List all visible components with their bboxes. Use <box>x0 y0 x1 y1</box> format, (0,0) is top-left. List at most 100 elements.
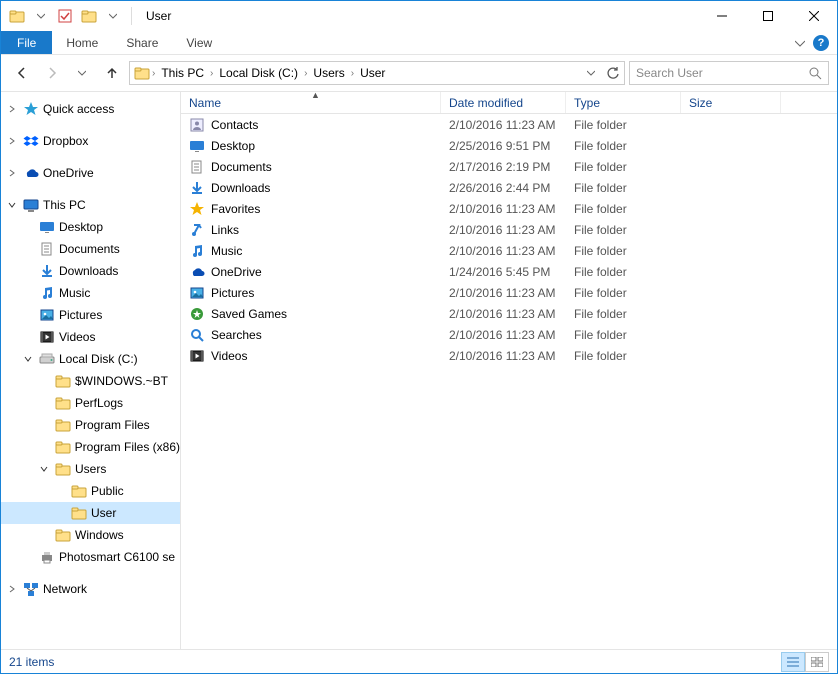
minimize-button[interactable] <box>699 1 745 31</box>
nav-item[interactable]: Public <box>1 480 180 502</box>
file-name: Links <box>211 223 239 237</box>
nav-item[interactable]: Quick access <box>1 98 180 120</box>
icons-view-button[interactable] <box>805 652 829 672</box>
desktop-icon <box>39 219 55 235</box>
file-name: Pictures <box>211 286 254 300</box>
nav-label: Windows <box>75 528 124 542</box>
file-name: Favorites <box>211 202 260 216</box>
chevron-right-icon[interactable]: › <box>150 68 157 79</box>
nav-item[interactable]: Local Disk (C:) <box>1 348 180 370</box>
nav-item[interactable]: Music <box>1 282 180 304</box>
table-row[interactable]: Searches2/10/2016 11:23 AMFile folder <box>181 324 837 345</box>
qat-dropdown-icon[interactable] <box>29 4 53 28</box>
forward-button[interactable] <box>39 60 65 86</box>
file-type: File folder <box>566 349 681 363</box>
maximize-button[interactable] <box>745 1 791 31</box>
column-type[interactable]: Type <box>566 92 681 113</box>
folder-icon <box>71 483 87 499</box>
nav-item[interactable]: Users <box>1 458 180 480</box>
table-row[interactable]: Pictures2/10/2016 11:23 AMFile folder <box>181 282 837 303</box>
expander-icon[interactable] <box>7 584 19 594</box>
nav-label: Music <box>59 286 90 300</box>
folder-icon-2 <box>77 4 101 28</box>
chevron-right-icon[interactable]: › <box>302 68 309 79</box>
recent-dropdown-icon[interactable] <box>69 60 95 86</box>
pictures-icon <box>189 285 205 301</box>
search-box[interactable]: Search User <box>629 61 829 85</box>
help-icon[interactable]: ? <box>813 35 829 51</box>
table-row[interactable]: Saved Games2/10/2016 11:23 AMFile folder <box>181 303 837 324</box>
file-type: File folder <box>566 181 681 195</box>
table-row[interactable]: Music2/10/2016 11:23 AMFile folder <box>181 240 837 261</box>
table-row[interactable]: Downloads2/26/2016 2:44 PMFile folder <box>181 177 837 198</box>
nav-item[interactable]: Desktop <box>1 216 180 238</box>
nav-item[interactable]: Program Files (x86) <box>1 436 180 458</box>
file-name: Saved Games <box>211 307 287 321</box>
breadcrumb-users[interactable]: Users <box>309 62 348 84</box>
back-button[interactable] <box>9 60 35 86</box>
tab-view[interactable]: View <box>172 31 226 54</box>
expander-icon[interactable] <box>39 464 51 474</box>
search-icon <box>808 66 822 80</box>
ribbon-expand-icon[interactable] <box>795 38 805 48</box>
close-button[interactable] <box>791 1 837 31</box>
table-row[interactable]: Favorites2/10/2016 11:23 AMFile folder <box>181 198 837 219</box>
file-list[interactable]: Contacts2/10/2016 11:23 AMFile folderDes… <box>181 114 837 649</box>
file-date: 2/10/2016 11:23 AM <box>441 244 566 258</box>
nav-item[interactable]: Dropbox <box>1 130 180 152</box>
nav-item[interactable]: Pictures <box>1 304 180 326</box>
nav-item[interactable]: Downloads <box>1 260 180 282</box>
file-date: 2/17/2016 2:19 PM <box>441 160 566 174</box>
address-bar[interactable]: › This PC › Local Disk (C:) › Users › Us… <box>129 61 625 85</box>
nav-label: Pictures <box>59 308 102 322</box>
chevron-right-icon[interactable]: › <box>349 68 356 79</box>
navigation-pane[interactable]: Quick access Dropbox OneDrive This PCDeskto… <box>1 92 181 649</box>
nav-item[interactable]: User <box>1 502 180 524</box>
nav-item[interactable]: Documents <box>1 238 180 260</box>
onedrive-icon <box>189 264 205 280</box>
file-type: File folder <box>566 160 681 174</box>
tab-share[interactable]: Share <box>112 31 172 54</box>
nav-item[interactable]: PerfLogs <box>1 392 180 414</box>
nav-item[interactable]: Videos <box>1 326 180 348</box>
properties-icon[interactable] <box>53 4 77 28</box>
breadcrumb-c[interactable]: Local Disk (C:) <box>215 62 302 84</box>
expander-icon[interactable] <box>23 354 35 364</box>
nav-item[interactable]: Photosmart C6100 se <box>1 546 180 568</box>
up-button[interactable] <box>99 60 125 86</box>
column-date[interactable]: Date modified <box>441 92 566 113</box>
tab-home[interactable]: Home <box>52 31 112 54</box>
refresh-button[interactable] <box>602 62 624 84</box>
details-view-button[interactable] <box>781 652 805 672</box>
expander-icon[interactable] <box>7 104 19 114</box>
nav-item[interactable]: Program Files <box>1 414 180 436</box>
table-row[interactable]: Contacts2/10/2016 11:23 AMFile folder <box>181 114 837 135</box>
expander-icon[interactable] <box>7 136 19 146</box>
chevron-right-icon[interactable]: › <box>208 68 215 79</box>
table-row[interactable]: Documents2/17/2016 2:19 PMFile folder <box>181 156 837 177</box>
window-title: User <box>146 9 171 23</box>
breadcrumb-thispc[interactable]: This PC <box>157 62 208 84</box>
qat-dropdown-2-icon[interactable] <box>101 4 125 28</box>
nav-item[interactable]: Windows <box>1 524 180 546</box>
nav-item[interactable]: $WINDOWS.~BT <box>1 370 180 392</box>
nav-item[interactable]: This PC <box>1 194 180 216</box>
table-row[interactable]: Desktop2/25/2016 9:51 PMFile folder <box>181 135 837 156</box>
file-date: 2/10/2016 11:23 AM <box>441 307 566 321</box>
tab-file[interactable]: File <box>1 31 52 54</box>
breadcrumb-user[interactable]: User <box>356 62 389 84</box>
file-name: Contacts <box>211 118 258 132</box>
expander-icon[interactable] <box>7 200 19 210</box>
table-row[interactable]: OneDrive1/24/2016 5:45 PMFile folder <box>181 261 837 282</box>
table-row[interactable]: Links2/10/2016 11:23 AMFile folder <box>181 219 837 240</box>
file-type: File folder <box>566 202 681 216</box>
expander-icon[interactable] <box>7 168 19 178</box>
column-size[interactable]: Size <box>681 92 781 113</box>
address-dropdown-icon[interactable] <box>580 62 602 84</box>
search-placeholder: Search User <box>636 66 808 80</box>
table-row[interactable]: Videos2/10/2016 11:23 AMFile folder <box>181 345 837 366</box>
file-name: Desktop <box>211 139 255 153</box>
nav-item[interactable]: Network <box>1 578 180 600</box>
nav-item[interactable]: OneDrive <box>1 162 180 184</box>
folder-icon <box>55 417 71 433</box>
